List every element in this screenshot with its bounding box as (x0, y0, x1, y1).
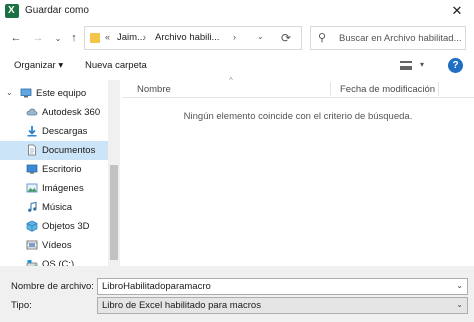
nav-item-escritorio[interactable]: Escritorio (0, 160, 108, 179)
breadcrumb-separator[interactable]: › (233, 32, 236, 42)
empty-state-message: Ningún elemento coincide con el criterio… (183, 111, 413, 122)
view-options-icon[interactable] (400, 61, 412, 70)
organize-button[interactable]: Organizar ▾ (14, 60, 63, 71)
save-form: Nombre de archivo: LibroHabilitadoparama… (0, 266, 474, 322)
refresh-icon[interactable]: ⟳ (281, 31, 291, 45)
back-button[interactable]: ← (8, 30, 24, 46)
nav-item-imagenes[interactable]: Imágenes (0, 179, 108, 198)
breadcrumb-separator[interactable]: › (143, 32, 146, 42)
file-list-header: ^ Nombre Fecha de modificación (122, 76, 474, 98)
navigation-scrollbar-thumb[interactable] (110, 165, 118, 260)
nav-item-label: Escritorio (42, 164, 82, 175)
nav-item-label: Documentos (42, 145, 96, 156)
address-row: ← → ⌄ ↑ « Jaim... › Archivo habili... › … (0, 24, 474, 52)
nav-item-label: Objetos 3D (42, 221, 90, 232)
search-icon: ⚲ (318, 32, 327, 44)
up-button[interactable]: ↑ (66, 30, 82, 46)
address-bar[interactable]: « Jaim... › Archivo habili... › ⌄ ⟳ (84, 26, 302, 50)
column-header-date-modified[interactable]: Fecha de modificación (340, 84, 435, 95)
search-input[interactable]: ⚲ Buscar en Archivo habilitad... (310, 26, 466, 50)
column-header-name[interactable]: Nombre (137, 84, 171, 95)
nav-item-label: Autodesk 360 (42, 107, 101, 118)
navigation-pane: ⌄ Este equipo Autodesk 360 Descargas Doc… (0, 80, 120, 270)
new-folder-button[interactable]: Nueva carpeta (85, 60, 147, 71)
documents-icon (28, 144, 36, 156)
excel-app-icon (5, 4, 19, 18)
videos-icon (26, 240, 38, 250)
nav-item-label: Este equipo (36, 88, 87, 99)
breadcrumb-item[interactable]: Jaim... (117, 32, 145, 43)
forward-button[interactable]: → (30, 30, 46, 46)
nav-item-documentos[interactable]: Documentos (0, 141, 108, 160)
nav-item-label: Imágenes (42, 183, 84, 194)
title-bar: Guardar como ✕ (0, 0, 474, 22)
address-dropdown-icon[interactable]: ⌄ (257, 32, 264, 41)
recent-locations-button[interactable]: ⌄ (50, 30, 66, 46)
nav-item-este-equipo[interactable]: ⌄ Este equipo (0, 84, 108, 103)
file-type-value: Libro de Excel habilitado para macros (102, 300, 261, 311)
cloud-icon (26, 108, 38, 116)
pictures-icon (26, 183, 38, 193)
help-icon[interactable]: ? (448, 58, 463, 73)
filename-label: Nombre de archivo: (11, 281, 94, 292)
folder-icon (90, 33, 100, 43)
view-dropdown-icon[interactable]: ▾ (420, 60, 424, 69)
music-icon (28, 201, 37, 212)
nav-item-label: Música (42, 202, 73, 213)
desktop-icon (26, 164, 38, 174)
objects-3d-icon (26, 220, 38, 232)
file-type-select[interactable]: Libro de Excel habilitado para macros ⌄ (97, 297, 468, 314)
nav-item-label: Vídeos (42, 240, 72, 251)
window-title: Guardar como (25, 5, 89, 16)
download-icon (27, 126, 37, 137)
nav-item-autodesk-360[interactable]: Autodesk 360 (0, 103, 108, 122)
filename-value: LibroHabilitadoparamacro (102, 281, 211, 292)
sort-indicator-icon: ^ (229, 76, 233, 85)
command-bar: Organizar ▾ Nueva carpeta ▾ ? (0, 55, 474, 77)
expand-icon[interactable]: ⌄ (6, 88, 13, 97)
nav-item-videos[interactable]: Vídeos (0, 236, 108, 255)
column-divider[interactable] (330, 82, 331, 96)
breadcrumb-overflow[interactable]: « (105, 32, 110, 42)
computer-icon (20, 88, 32, 98)
column-divider[interactable] (438, 82, 439, 96)
file-type-label: Tipo: (11, 300, 32, 311)
file-type-dropdown-icon[interactable]: ⌄ (456, 300, 463, 309)
filename-dropdown-icon[interactable]: ⌄ (456, 281, 463, 290)
nav-item-objetos-3d[interactable]: Objetos 3D (0, 217, 108, 236)
filename-field[interactable]: LibroHabilitadoparamacro ⌄ (97, 278, 468, 295)
close-button[interactable]: ✕ (440, 0, 474, 22)
nav-item-musica[interactable]: Música (0, 198, 108, 217)
breadcrumb-item[interactable]: Archivo habili... (155, 32, 219, 43)
nav-item-descargas[interactable]: Descargas (0, 122, 108, 141)
search-placeholder: Buscar en Archivo habilitad... (339, 33, 462, 44)
nav-item-label: Descargas (42, 126, 88, 137)
